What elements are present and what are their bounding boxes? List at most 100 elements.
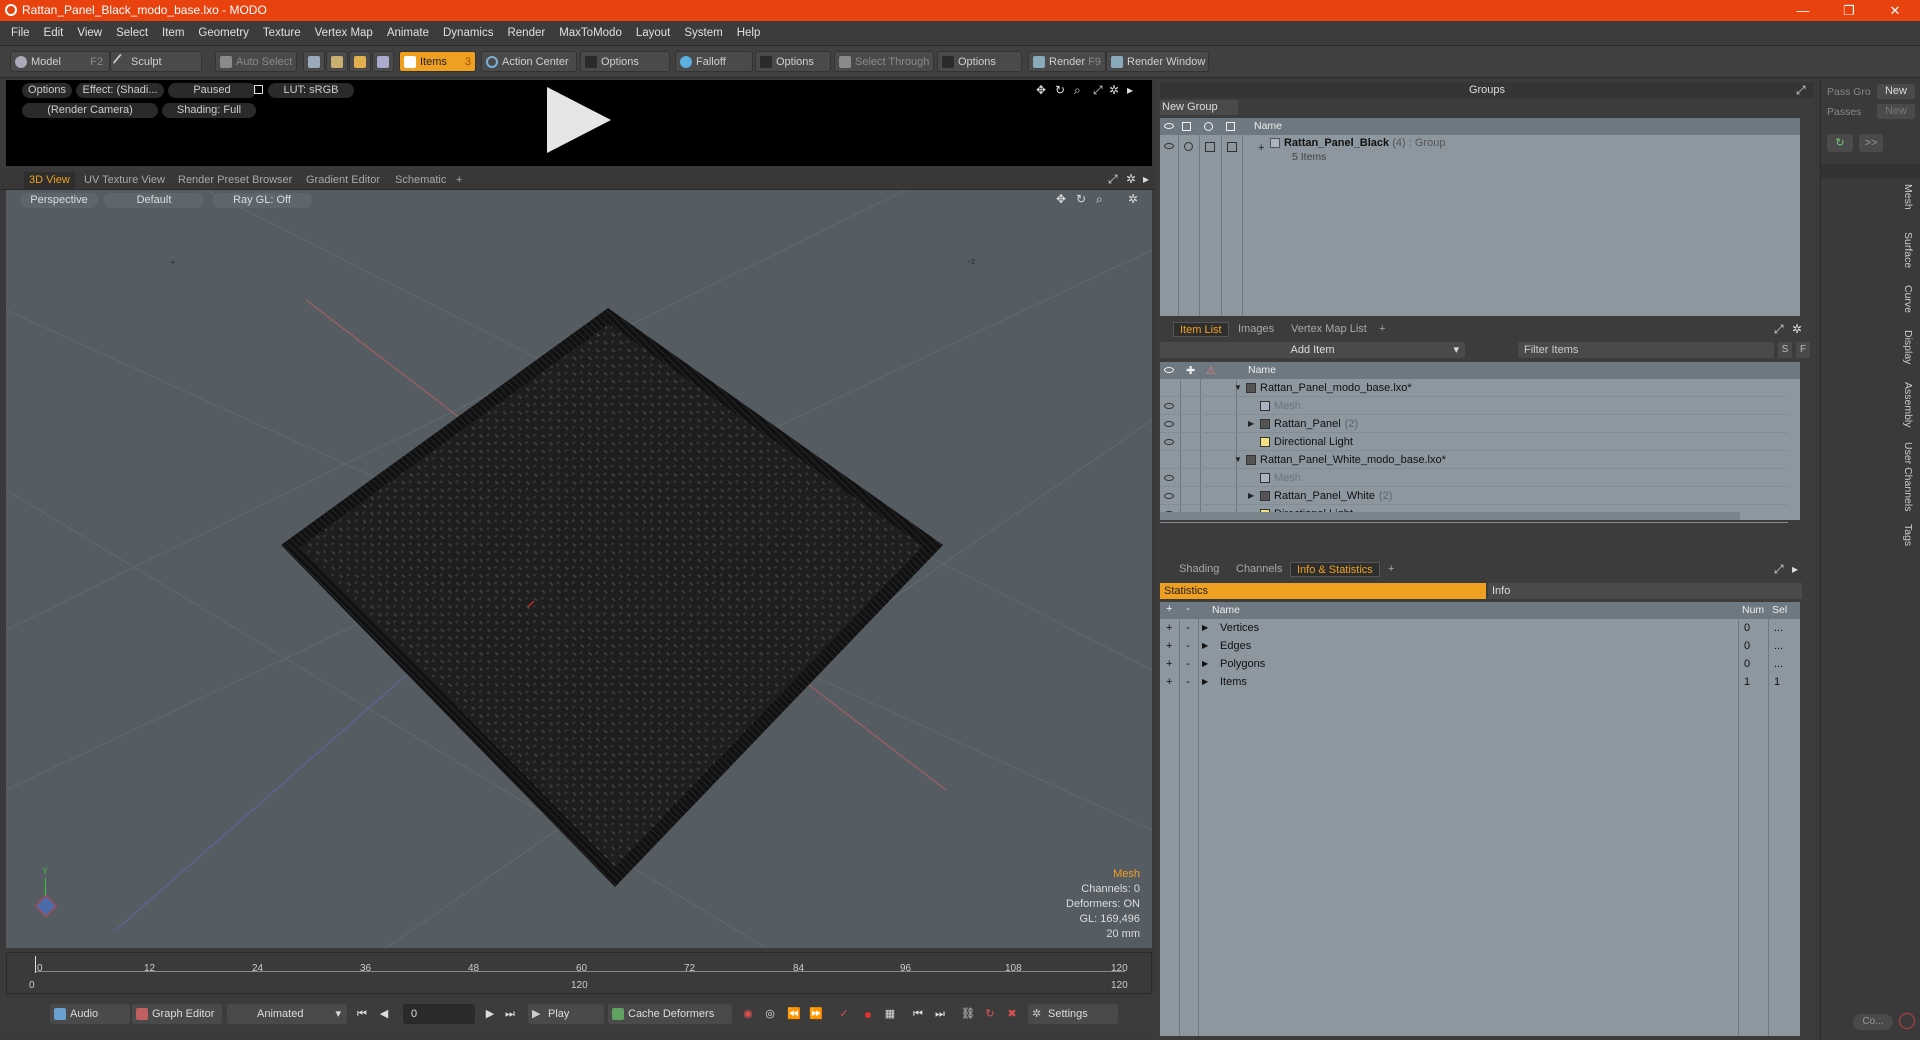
collapse-all-icon[interactable]: - xyxy=(1186,603,1190,615)
gear-icon[interactable]: ✲ xyxy=(1126,173,1137,185)
info-tab[interactable]: Info xyxy=(1488,583,1802,599)
menu-render[interactable]: Render xyxy=(500,21,552,46)
tab-channels[interactable]: Channels xyxy=(1230,562,1288,577)
raygl-dropdown[interactable]: Ray GL: Off xyxy=(212,193,312,208)
collapse-icon[interactable]: - xyxy=(1186,655,1190,673)
select-toggle-icon[interactable] xyxy=(1226,122,1235,131)
stat-row[interactable]: + - ▶ Items 1 1 xyxy=(1160,673,1800,691)
lut-dropdown[interactable]: LUT: sRGB xyxy=(268,83,354,98)
eye-icon[interactable] xyxy=(1164,143,1174,149)
auto-select-button[interactable]: Auto Select xyxy=(215,51,297,72)
lock-icon[interactable]: ⚠ xyxy=(1206,364,1216,377)
expand-all-icon[interactable]: + xyxy=(1166,603,1172,615)
add-item-dropdown[interactable]: Add Item ▾ xyxy=(1160,342,1465,358)
maximize-icon[interactable]: ⤢ xyxy=(1108,173,1119,185)
collapse-icon[interactable]: - xyxy=(1186,619,1190,637)
arrow-right-icon[interactable]: ▸ xyxy=(1792,563,1803,575)
chevron-down-icon[interactable]: ▼ xyxy=(1234,451,1242,469)
key-options-icon[interactable]: ▦ xyxy=(882,1006,898,1022)
animated-dropdown[interactable]: Animated ▾ xyxy=(227,1004,347,1024)
preview-options-button[interactable]: Options xyxy=(22,83,72,98)
graph-editor-button[interactable]: Graph Editor xyxy=(132,1004,222,1024)
record-macro-icon[interactable] xyxy=(1899,1013,1915,1029)
filter-items-input[interactable]: Filter Items xyxy=(1518,342,1774,358)
tab-render-preset-browser[interactable]: Render Preset Browser xyxy=(173,172,297,189)
model-mode-button[interactable]: Model F2 xyxy=(10,51,110,72)
refresh-icon[interactable]: ↻ xyxy=(982,1006,998,1022)
edges-mode-button[interactable] xyxy=(326,51,348,72)
eye-icon[interactable] xyxy=(1164,493,1174,499)
skip-back-icon[interactable]: ⏮ xyxy=(910,1006,926,1022)
menu-view[interactable]: View xyxy=(70,21,109,46)
select-through-button[interactable]: Select Through xyxy=(834,51,934,72)
shading-dropdown[interactable]: Shading: Full xyxy=(162,103,256,118)
arrow-right-icon[interactable]: ▸ xyxy=(1143,173,1154,185)
perspective-dropdown[interactable]: Perspective xyxy=(20,193,98,208)
item-row[interactable]: ▶ Rattan_Panel (2) xyxy=(1160,415,1788,433)
action-center-options-button[interactable]: Options xyxy=(580,51,670,72)
eye-icon[interactable] xyxy=(1164,475,1174,481)
eye-icon[interactable] xyxy=(1164,123,1174,129)
move-icon[interactable]: ✥ xyxy=(1036,84,1047,96)
new-group-button[interactable]: New Group xyxy=(1160,100,1238,115)
chevron-right-icon[interactable]: ▶ xyxy=(1202,655,1208,673)
play-button[interactable]: ▶ Play xyxy=(528,1004,604,1024)
menu-file[interactable]: File xyxy=(4,21,37,46)
skip-forward-icon[interactable]: ⏭ xyxy=(932,1006,948,1022)
rotate-icon[interactable]: ↻ xyxy=(1076,193,1087,205)
tab-shading[interactable]: Shading xyxy=(1173,562,1225,577)
item-row[interactable]: Mesh xyxy=(1160,397,1788,415)
delete-key-icon[interactable]: ✖ xyxy=(1004,1006,1020,1022)
link-icon[interactable]: ⛓ xyxy=(960,1006,976,1022)
tab-info-statistics[interactable]: Info & Statistics xyxy=(1290,562,1380,577)
tab-gradient-editor[interactable]: Gradient Editor xyxy=(301,172,385,189)
chevron-right-icon[interactable]: ▶ xyxy=(1248,487,1254,505)
pass-arrow-button[interactable]: >> xyxy=(1859,134,1883,152)
add-tab-button[interactable]: + xyxy=(451,172,467,189)
next-key-icon[interactable]: ⏩ xyxy=(808,1006,824,1022)
menu-edit[interactable]: Edit xyxy=(37,21,71,46)
select-checkbox[interactable] xyxy=(1227,142,1237,152)
chevron-right-icon[interactable]: ▶ xyxy=(1202,637,1208,655)
sidetab-user-channels[interactable]: User Channels xyxy=(1900,442,1914,511)
menu-select[interactable]: Select xyxy=(109,21,155,46)
audio-button[interactable]: Audio xyxy=(50,1004,130,1024)
add-tab-button[interactable]: + xyxy=(1373,322,1391,337)
tab-item-list[interactable]: Item List xyxy=(1173,322,1229,337)
horizontal-scrollbar[interactable] xyxy=(1160,512,1740,520)
expand-icon[interactable]: + xyxy=(1166,637,1172,655)
item-row[interactable]: ▼ Rattan_Panel_White_modo_base.lxo* xyxy=(1160,451,1788,469)
menu-help[interactable]: Help xyxy=(730,21,768,46)
stat-row[interactable]: + - ▶ Vertices 0... xyxy=(1160,619,1800,637)
sidetab-assembly[interactable]: Assembly xyxy=(1900,382,1914,428)
preview-paused-button[interactable]: Paused xyxy=(168,83,256,98)
statistics-tab[interactable]: Statistics xyxy=(1160,583,1486,599)
go-start-icon[interactable]: ⏮ xyxy=(354,1006,370,1022)
sidetab-mesh[interactable]: Mesh xyxy=(1900,184,1914,210)
rotate-icon[interactable]: ↻ xyxy=(1055,84,1066,96)
select-through-options-button[interactable]: Options xyxy=(937,51,1022,72)
render-button[interactable]: Render F9 xyxy=(1028,51,1106,72)
settings-button[interactable]: ✲ Settings xyxy=(1028,1004,1118,1024)
expand-icon[interactable]: + xyxy=(1258,142,1264,154)
zoom-icon[interactable]: ⌕ xyxy=(1096,193,1107,205)
3d-viewport[interactable]: + -z Perspective Default Ray GL: Off ✥ ↻… xyxy=(6,190,1152,948)
eye-icon[interactable] xyxy=(1164,403,1174,409)
gear-icon[interactable]: ✲ xyxy=(1109,84,1120,96)
prev-key-icon[interactable]: ⏪ xyxy=(786,1006,802,1022)
frame-input[interactable]: 0 xyxy=(403,1004,475,1024)
item-row[interactable]: ▼ Rattan_Panel_modo_base.lxo* xyxy=(1160,379,1788,397)
vertices-mode-button[interactable] xyxy=(303,51,325,72)
action-center-button[interactable]: Action Center xyxy=(481,51,577,72)
pin-icon[interactable]: ✚ xyxy=(1186,364,1195,377)
preview-effect-dropdown[interactable]: Effect: (Shadi... xyxy=(76,83,164,98)
close-button[interactable]: ✕ xyxy=(1872,0,1918,21)
gear-icon[interactable]: ✲ xyxy=(1128,193,1139,205)
record-icon[interactable]: ● xyxy=(860,1006,876,1022)
tab-schematic[interactable]: Schematic xyxy=(390,172,451,189)
move-icon[interactable]: ✥ xyxy=(1056,193,1067,205)
step-back-icon[interactable]: ◀ xyxy=(376,1006,392,1022)
gear-icon[interactable]: ✲ xyxy=(1792,323,1803,335)
fit-icon[interactable]: ⤢ xyxy=(1093,84,1104,96)
item-list[interactable]: Name ✚ ⚠ ▼ Rattan_Panel_modo_base.lxo* Mes… xyxy=(1160,362,1800,523)
